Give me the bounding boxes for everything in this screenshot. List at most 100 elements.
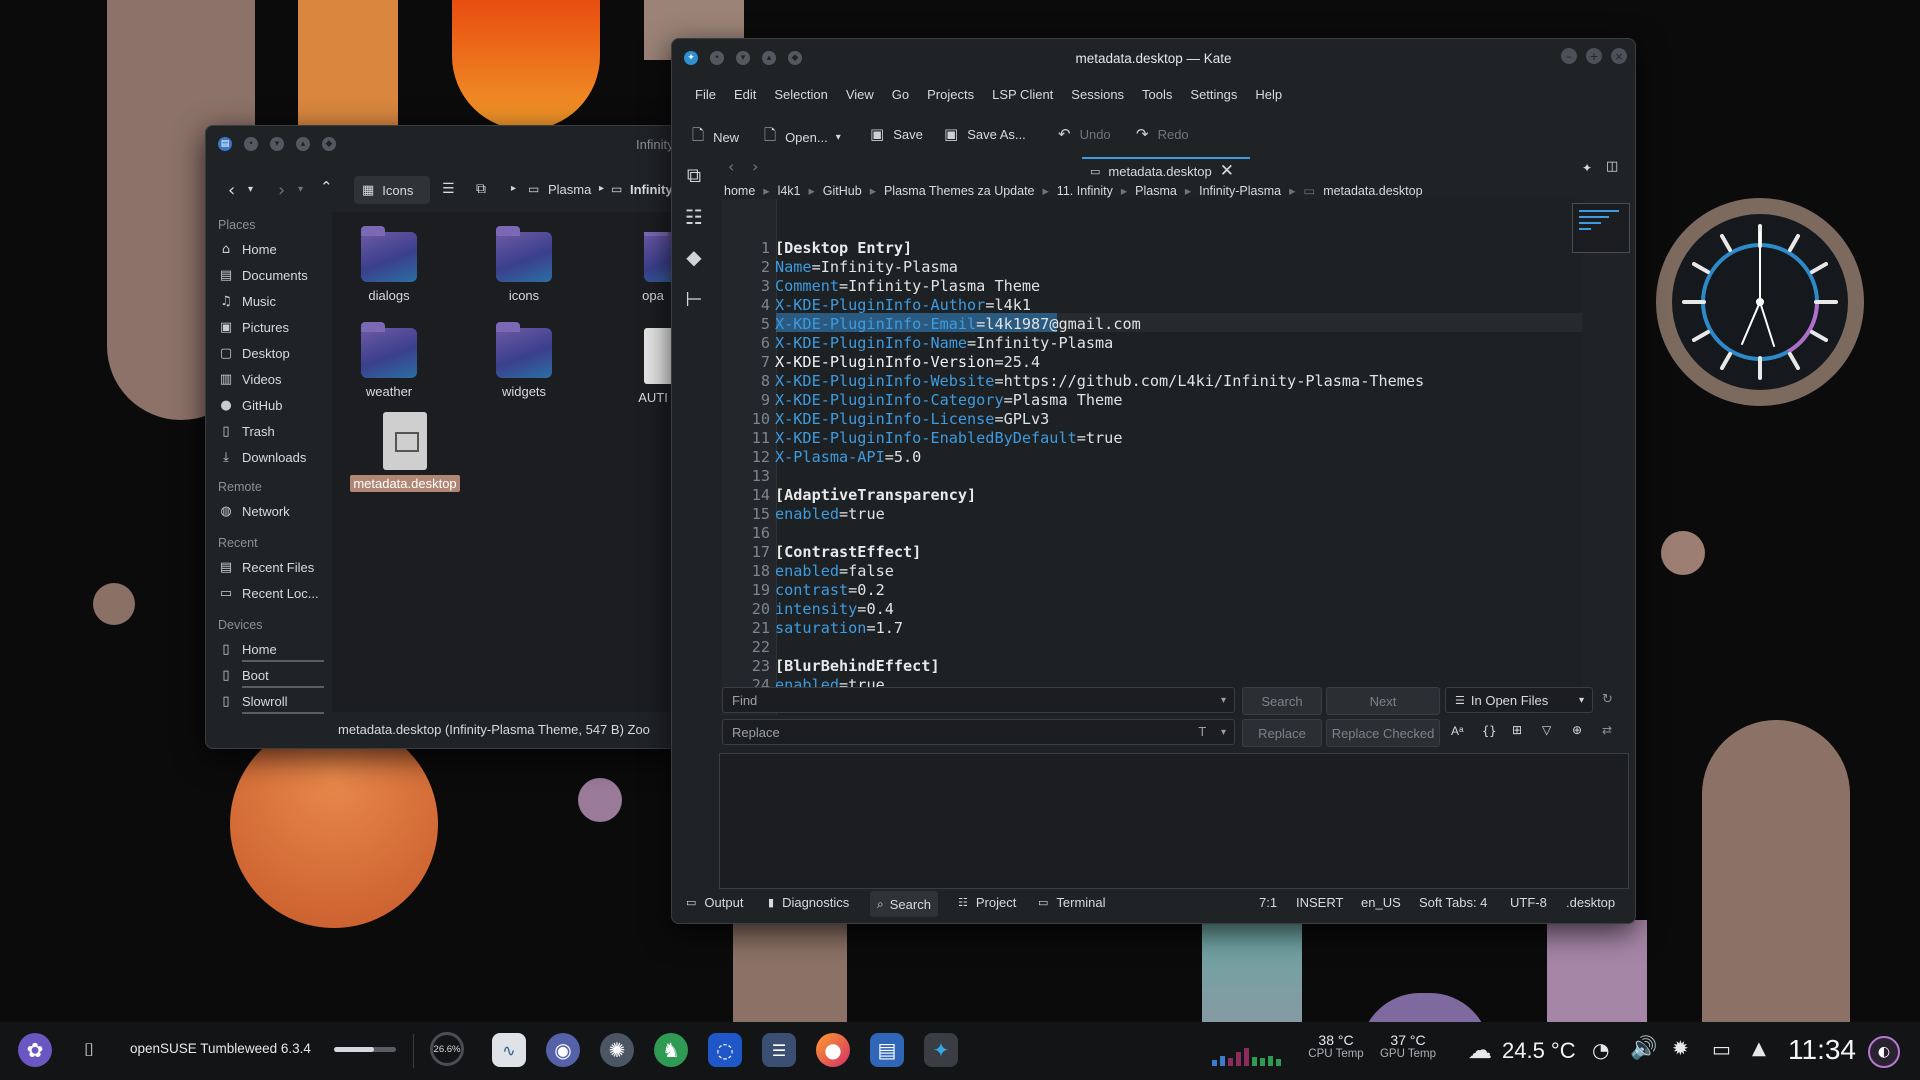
keep-above-icon[interactable]: ◆ xyxy=(788,51,802,65)
undo-button[interactable]: ↶ Undo xyxy=(1058,125,1111,143)
breadcrumb-item[interactable]: Plasma xyxy=(1135,184,1177,198)
chevron-down-icon[interactable]: ▾ xyxy=(1221,695,1226,706)
file-item[interactable]: icons xyxy=(469,226,579,303)
up-icon[interactable]: ⌃ xyxy=(320,178,333,196)
kate-app-icon[interactable]: ✦ xyxy=(684,51,698,65)
chevron-down-icon[interactable]: ▾ xyxy=(1221,727,1226,738)
split-view-icon[interactable]: ⧉ xyxy=(476,181,486,197)
user-avatar-icon[interactable]: ◐ xyxy=(1868,1036,1900,1068)
place-documents[interactable]: ▤ Documents xyxy=(218,268,308,283)
place-music[interactable]: ♫ Music xyxy=(218,294,276,309)
menu-lsp-client[interactable]: LSP Client xyxy=(983,87,1062,102)
tab-output[interactable]: ▭ Output xyxy=(686,895,743,910)
file-manager-window[interactable]: ▤ • ▾ ▴ ◆ Infinity ‹ ▾ › ▾ ⌃ ▦ Icons ☰ ⧉… xyxy=(205,125,677,749)
place-recent-locations[interactable]: ▭ Recent Loc... xyxy=(218,586,319,601)
file-manager-titlebar[interactable]: ▤ • ▾ ▴ ◆ Infinity xyxy=(206,126,676,162)
app-icon[interactable]: ◉ xyxy=(546,1033,580,1067)
chevron-down-icon[interactable]: ▾ xyxy=(298,184,303,195)
place-github[interactable]: ● GitHub xyxy=(218,398,282,413)
forward-icon[interactable]: › xyxy=(278,180,285,201)
tab-project[interactable]: ☷ Project xyxy=(958,895,1016,910)
chevron-down-icon[interactable]: ▾ xyxy=(736,51,750,65)
place-videos[interactable]: ▥ Videos xyxy=(218,372,282,387)
launcher-icon[interactable]: ✿ xyxy=(18,1033,52,1067)
brightness-icon[interactable]: ✹ xyxy=(1672,1036,1689,1060)
symbols-tree-icon[interactable]: ⊢ xyxy=(681,287,707,313)
search-scope-select[interactable]: ☰ In Open Files ▾ xyxy=(1445,687,1593,713)
menu-selection[interactable]: Selection xyxy=(765,87,836,102)
menu-settings[interactable]: Settings xyxy=(1181,87,1246,102)
menu-view[interactable]: View xyxy=(837,87,883,102)
app-icon[interactable]: ♞ xyxy=(654,1033,688,1067)
compact-view-icon[interactable]: ☰ xyxy=(442,181,455,197)
keep-above-icon[interactable]: ◆ xyxy=(322,137,336,151)
tab-metadata-desktop[interactable]: ▭ metadata.desktop ✕ xyxy=(1082,157,1250,183)
firefox-icon[interactable]: ● xyxy=(816,1033,850,1067)
dictionary[interactable]: en_US xyxy=(1361,895,1401,910)
nav-back-icon[interactable]: ‹ xyxy=(728,157,734,176)
breadcrumb-plasma[interactable]: Plasma xyxy=(548,182,591,197)
menu-tools[interactable]: Tools xyxy=(1133,87,1181,102)
expand-results-icon[interactable]: ⊞ xyxy=(1512,723,1522,737)
replace-input[interactable]: Replace T ▾ xyxy=(722,719,1235,745)
file-item[interactable]: AUTI xyxy=(600,328,676,405)
breadcrumb-item[interactable]: l4k1 xyxy=(778,184,801,198)
breadcrumb-item[interactable]: Plasma Themes za Update xyxy=(884,184,1035,198)
cursor-position[interactable]: 7:1 xyxy=(1259,895,1277,910)
settings-icon[interactable]: ☰ xyxy=(762,1033,796,1067)
chevron-down-icon[interactable]: ▾ xyxy=(270,137,284,151)
device-boot[interactable]: ▯ Boot xyxy=(218,668,268,683)
filter-icon[interactable]: ▽ xyxy=(1542,723,1551,737)
breadcrumb-item[interactable]: Infinity-Plasma xyxy=(1199,184,1281,198)
maximize-icon[interactable]: + xyxy=(1586,48,1602,64)
tray-expand-icon[interactable]: ▲ xyxy=(1752,1038,1766,1059)
place-trash[interactable]: ▯ Trash xyxy=(218,424,274,439)
nav-forward-icon[interactable]: › xyxy=(752,157,758,176)
device-slowroll[interactable]: ▯ Slowroll xyxy=(218,694,287,709)
digital-clock[interactable]: 11:34 xyxy=(1788,1034,1856,1066)
chevron-up-icon[interactable]: ▴ xyxy=(296,137,310,151)
menu-go[interactable]: Go xyxy=(883,87,918,102)
weather-icon[interactable]: ☁ xyxy=(1468,1036,1492,1064)
replace-button[interactable]: Replace xyxy=(1242,719,1322,747)
encoding[interactable]: UTF-8 xyxy=(1510,895,1547,910)
swap-icon[interactable]: ⇄ xyxy=(1602,723,1612,737)
overview-icon[interactable]: ⌷ xyxy=(72,1033,106,1067)
place-recent-files[interactable]: ▤ Recent Files xyxy=(218,560,314,575)
new-tab-icon[interactable]: ⊕ xyxy=(1572,723,1582,737)
tab-terminal[interactable]: ▭ Terminal xyxy=(1038,895,1106,910)
indentation[interactable]: Soft Tabs: 4 xyxy=(1419,895,1487,910)
place-network[interactable]: ◍ Network xyxy=(218,504,289,519)
pin-icon[interactable]: • xyxy=(244,137,258,151)
place-pictures[interactable]: ▣ Pictures xyxy=(218,320,289,335)
file-item-selected[interactable]: metadata.desktop xyxy=(346,412,464,492)
network-icon[interactable]: ▭ xyxy=(1712,1037,1731,1061)
next-button[interactable]: Next xyxy=(1326,687,1440,715)
menu-edit[interactable]: Edit xyxy=(725,87,765,102)
replace-checked-button[interactable]: Replace Checked xyxy=(1326,719,1440,747)
chevron-up-icon[interactable]: ▴ xyxy=(762,51,776,65)
breadcrumb-item[interactable]: home xyxy=(724,184,755,198)
redo-button[interactable]: ↷ Redo xyxy=(1136,125,1189,143)
file-view[interactable]: dialogs icons opa weather widgets AUTI m… xyxy=(332,212,676,712)
save-as-button[interactable]: ▣ Save As... xyxy=(944,125,1026,143)
new-button[interactable]: 🗋 New xyxy=(692,125,739,150)
pin-icon[interactable]: • xyxy=(710,51,724,65)
text-format-icon[interactable]: T xyxy=(1199,725,1206,739)
split-view-icon[interactable]: ◫ xyxy=(1606,159,1618,174)
kate-icon[interactable]: ✦ xyxy=(924,1033,958,1067)
breadcrumb-item[interactable]: GitHub xyxy=(823,184,862,198)
kate-window[interactable]: ✦ • ▾ ▴ ◆ metadata.desktop — Kate – + × … xyxy=(671,38,1636,924)
power-profile-icon[interactable]: ◔ xyxy=(1592,1038,1609,1062)
match-case-icon[interactable]: Aᵃ xyxy=(1451,724,1463,738)
back-icon[interactable]: ‹ xyxy=(228,180,235,201)
file-item[interactable]: dialogs xyxy=(334,226,444,303)
place-downloads[interactable]: ⤓ Downloads xyxy=(218,450,306,465)
refresh-icon[interactable]: ↻ xyxy=(1602,692,1613,707)
menu-help[interactable]: Help xyxy=(1246,87,1291,102)
git-icon[interactable]: ◆ xyxy=(681,245,707,271)
quick-open-icon[interactable]: ✦ xyxy=(1582,161,1592,175)
breadcrumb-item[interactable]: 11. Infinity xyxy=(1057,184,1113,198)
close-tab-icon[interactable]: ✕ xyxy=(1220,161,1234,181)
input-mode[interactable]: INSERT xyxy=(1296,895,1343,910)
